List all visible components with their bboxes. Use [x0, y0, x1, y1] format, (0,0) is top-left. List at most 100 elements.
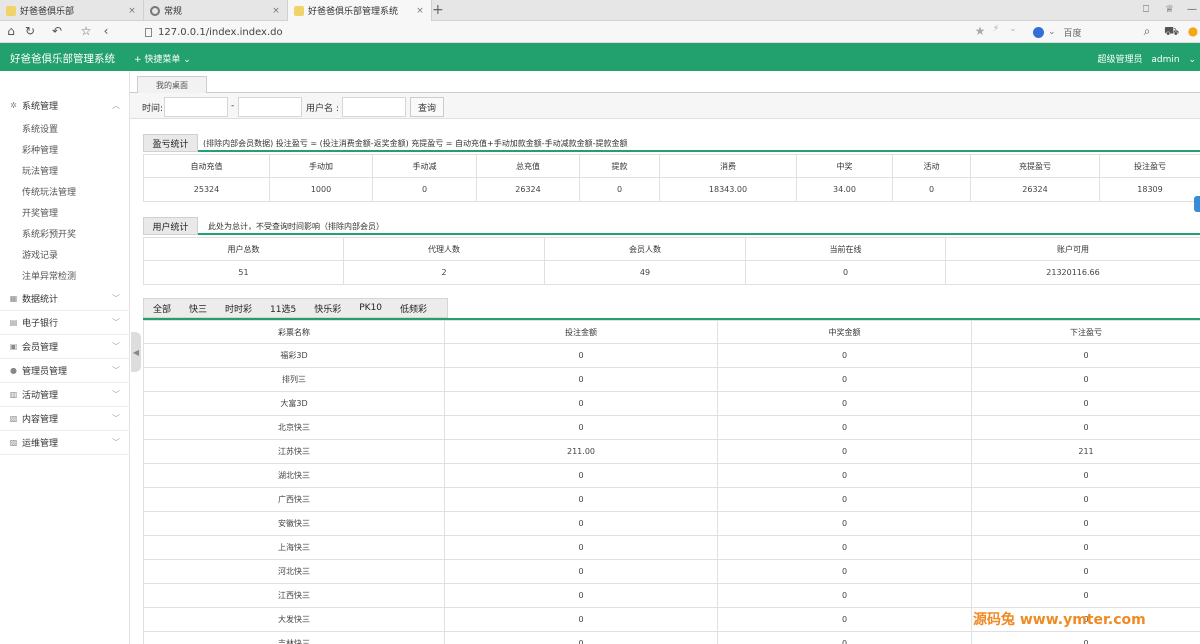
username-input[interactable] — [342, 97, 406, 117]
refresh-icon[interactable]: ↻ — [23, 24, 37, 38]
table-cell: 34.00 — [796, 177, 893, 202]
start-date-input[interactable] — [164, 97, 228, 117]
table-cell: 0 — [717, 535, 972, 560]
lightning-icon[interactable]: ⚡ — [989, 24, 1003, 34]
sidebar-item-pre-draw[interactable]: 系统彩预开奖 — [22, 223, 76, 243]
sidebar-group-label: 活动管理 — [22, 391, 59, 401]
close-icon[interactable]: × — [415, 6, 425, 16]
profit-section-header: 盈亏统计 (排除内部会员数据) 投注盈亏 = (投注消费金额-返奖金额) 充提盈… — [143, 132, 1200, 152]
favorite-icon[interactable]: ★ — [973, 24, 987, 38]
sidebar-group-ebank[interactable]: ▤ 电子银行 ﹀ — [0, 311, 130, 335]
sidebar-group-statistics[interactable]: ▦ 数据统计 ﹀ — [0, 287, 130, 311]
sidebar-item-traditional-gameplay[interactable]: 传统玩法管理 — [22, 181, 76, 201]
quick-menu-button[interactable]: + 快捷菜单 ⌄ — [134, 52, 191, 65]
header-cell: 手动减 — [372, 154, 477, 178]
tab-klc[interactable]: 快乐彩 — [305, 302, 350, 315]
sidebar-collapse-handle[interactable]: ◀ — [131, 332, 141, 372]
sidebar-group-label: 电子银行 — [22, 319, 59, 329]
sidebar-group-label: 数据统计 — [22, 295, 59, 305]
tab-11x5[interactable]: 11选5 — [261, 302, 305, 315]
profit-table: 自动充值 手动加 手动减 总充值 提款 消费 中奖 活动 充提盈亏 投注盈亏 2… — [143, 154, 1200, 202]
undo-icon[interactable]: ↶ — [50, 24, 64, 38]
table-row: 河北快三 0 0 0 — [143, 559, 1200, 584]
table-cell: 0 — [579, 177, 660, 202]
sidebar-group-activities[interactable]: ▥ 活动管理 ﹀ — [0, 383, 130, 407]
quick-menu-label: + 快捷菜单 — [134, 55, 181, 65]
table-cell: 0 — [444, 391, 718, 416]
close-icon[interactable]: × — [127, 6, 137, 16]
table-cell: 0 — [971, 511, 1200, 536]
url-field[interactable]: 127.0.0.1/index.index.do — [133, 24, 1028, 40]
sidebar-group-ops[interactable]: ▨ 运维管理 ﹀ — [0, 431, 130, 455]
sidebar-item-bet-anomaly[interactable]: 注单异常检测 — [22, 265, 76, 285]
table-cell: 河北快三 — [143, 559, 445, 584]
tab-low-freq[interactable]: 低频彩 — [391, 302, 436, 315]
table-cell: 0 — [971, 487, 1200, 512]
address-bar: ⌂ ↻ ↶ ☆ ‹ 127.0.0.1/index.index.do ★ ⚡ ⌄… — [0, 21, 1200, 43]
close-icon[interactable]: × — [271, 6, 281, 16]
tab-my-desktop[interactable]: 我的桌面 — [137, 76, 207, 94]
header-cell: 用户总数 — [143, 237, 344, 261]
side-float-icon[interactable] — [1194, 196, 1200, 212]
sidebar-group-admins[interactable]: ● 管理员管理 ﹀ — [0, 359, 130, 383]
query-button[interactable]: 查询 — [410, 97, 444, 117]
sidebar-group-content[interactable]: ▧ 内容管理 ﹀ — [0, 407, 130, 431]
time-label: 时间: — [142, 104, 164, 114]
sidebar-item-game-records[interactable]: 游戏记录 — [22, 244, 58, 264]
page-icon — [294, 5, 304, 16]
sidebar-item-system-settings[interactable]: 系统设置 — [22, 118, 58, 138]
user-role: 超级管理员 — [1097, 55, 1143, 65]
sidebar-group-system[interactable]: ✲ 系统管理 ︿ — [0, 93, 130, 117]
browser-tab[interactable]: 常规 × — [144, 0, 288, 21]
home-icon[interactable]: ⌂ — [4, 24, 18, 38]
profit-note: (排除内部会员数据) 投注盈亏 = (投注消费金额-返奖金额) 充提盈亏 = 自… — [203, 139, 628, 148]
header-cell: 会员人数 — [544, 237, 746, 261]
sidebar-group-members[interactable]: ▣ 会员管理 ﹀ — [0, 335, 130, 359]
sidebar-item-lottery-types[interactable]: 彩种管理 — [22, 139, 58, 159]
header-cell: 消费 — [659, 154, 797, 178]
tab-ssc[interactable]: 时时彩 — [216, 302, 261, 315]
extension-icon[interactable]: ● — [1186, 24, 1200, 38]
cart-icon[interactable]: ⛟ — [1164, 24, 1179, 40]
minimize-icon[interactable]: — — [1187, 4, 1197, 15]
table-cell: 0 — [444, 343, 718, 368]
header-cell: 中奖 — [796, 154, 893, 178]
table-cell: 0 — [717, 463, 972, 488]
page-tab-bar: 我的桌面 — [130, 71, 1200, 94]
table-cell: 211 — [971, 439, 1200, 464]
tab-k3[interactable]: 快三 — [180, 302, 216, 315]
lottery-table-body: 福彩3D 0 0 0 排列三 0 0 0 大富3D 0 0 0 北京快三 0 0 0 江苏快三 211.00 0 21… — [143, 343, 1200, 644]
shirt-icon[interactable]: ♕ — [1165, 4, 1174, 15]
table-row: 北京快三 0 0 0 — [143, 415, 1200, 440]
user-menu[interactable]: 超级管理员 admin ⌄ — [1091, 52, 1196, 65]
chevron-down-icon: ﹀ — [112, 366, 120, 375]
sidebar-group-label: 运维管理 — [22, 439, 59, 449]
sidebar-item-gameplay[interactable]: 玩法管理 — [22, 160, 58, 180]
menu-icon[interactable]: ⎕ — [1143, 4, 1149, 15]
end-date-input[interactable] — [238, 97, 302, 117]
table-cell: 18343.00 — [659, 177, 797, 202]
url-text: 127.0.0.1/index.index.do — [158, 26, 283, 38]
chevron-down-icon[interactable]: ⌄ — [1006, 24, 1020, 33]
back-icon[interactable]: ‹ — [99, 24, 113, 38]
browser-tab-label: 好爸爸俱乐部管理系统 — [308, 7, 399, 17]
sidebar-item-draw-management[interactable]: 开奖管理 — [22, 202, 58, 222]
tab-pk10[interactable]: PK10 — [350, 303, 391, 313]
table-header-row: 用户总数 代理人数 会员人数 当前在线 账户可用 — [143, 237, 1200, 261]
flag-icon: ▥ — [9, 390, 18, 399]
table-row: 大富3D 0 0 0 — [143, 391, 1200, 416]
search-icon[interactable]: ⌕ — [1140, 24, 1154, 39]
browser-tab-label: 常规 — [164, 7, 183, 17]
tab-all[interactable]: 全部 — [144, 302, 180, 315]
table-cell: 211.00 — [444, 439, 718, 464]
table-row: 福彩3D 0 0 0 — [143, 343, 1200, 368]
table-cell: 0 — [971, 367, 1200, 392]
browser-tab[interactable]: 好爸爸俱乐部 × — [0, 0, 144, 21]
browser-tab-active[interactable]: 好爸爸俱乐部管理系统 × — [288, 0, 432, 21]
search-engine-selector[interactable]: ⌄ 百度 — [1033, 24, 1151, 40]
table-cell: 上海快三 — [143, 535, 445, 560]
new-tab-icon[interactable]: + — [432, 2, 446, 18]
table-cell: 0 — [444, 367, 718, 392]
user-name: admin — [1151, 55, 1180, 65]
star-icon[interactable]: ☆ — [79, 24, 93, 38]
